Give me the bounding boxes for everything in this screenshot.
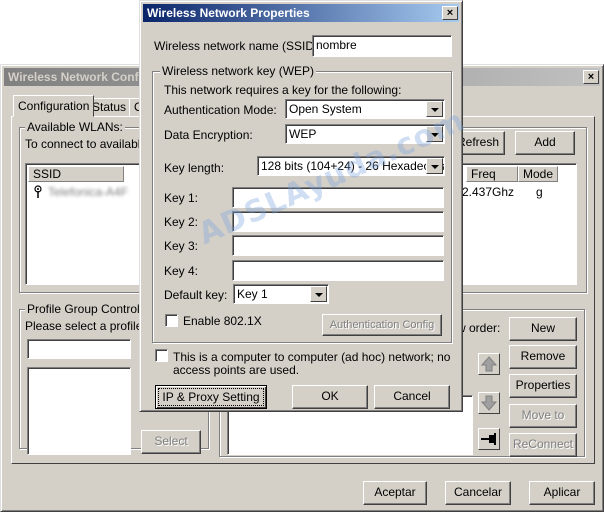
row-freq: 2.437Ghz xyxy=(462,185,515,199)
select-button[interactable]: Select xyxy=(141,430,201,454)
chevron-down-icon[interactable] xyxy=(426,158,443,174)
cancelar-button[interactable]: Cancelar xyxy=(445,481,511,505)
default-key-label: Default key: xyxy=(164,288,228,302)
adhoc-checkbox[interactable] xyxy=(155,349,168,362)
antenna-icon xyxy=(32,185,44,199)
chevron-down-icon[interactable] xyxy=(310,286,327,302)
adhoc-line2: access points are used. xyxy=(173,363,300,377)
pin-icon[interactable] xyxy=(478,428,500,450)
row-ssid: Telefonica-A4F xyxy=(48,185,129,199)
ssid-input[interactable]: nombre xyxy=(312,35,452,57)
key1-label: Key 1: xyxy=(164,191,199,205)
remove-button[interactable]: Remove xyxy=(509,345,577,369)
wep-group-label: Wireless network key (WEP) xyxy=(160,64,317,78)
default-key-select[interactable]: Key 1 xyxy=(233,284,329,304)
aplicar-button[interactable]: Aplicar xyxy=(529,481,595,505)
auth-mode-label: Authentication Mode: xyxy=(164,103,277,117)
close-icon[interactable]: × xyxy=(442,6,458,20)
cancel-button[interactable]: Cancel xyxy=(374,385,450,409)
key3-label: Key 3: xyxy=(164,239,199,253)
move-to-button[interactable]: Move to xyxy=(509,404,577,428)
available-wlans-text: To connect to available xyxy=(25,137,148,151)
enable-8021x-label: Enable 802.1X xyxy=(183,314,262,328)
key4-input[interactable] xyxy=(232,260,444,281)
dialog-title: Wireless Network Properties xyxy=(147,6,310,20)
aceptar-button[interactable]: Aceptar xyxy=(363,481,427,505)
auth-mode-select[interactable]: Open System xyxy=(285,99,445,119)
profile-input[interactable] xyxy=(27,339,131,359)
tab-configuration[interactable]: Configuration xyxy=(13,95,95,117)
column-mode[interactable]: Mode xyxy=(518,166,558,182)
add-button[interactable]: Add xyxy=(515,131,575,155)
properties-button[interactable]: Properties xyxy=(509,374,577,398)
column-freq[interactable]: Freq xyxy=(466,166,518,182)
column-ssid[interactable]: SSID xyxy=(28,166,124,182)
new-button[interactable]: New xyxy=(509,317,577,341)
wep-text: This network requires a key for the foll… xyxy=(164,83,402,97)
ssid-label: Wireless network name (SSID): xyxy=(154,39,322,53)
reconnect-button[interactable]: ReConnect xyxy=(509,433,577,457)
adhoc-line1: This is a computer to computer (ad hoc) … xyxy=(173,350,451,364)
move-up-icon[interactable] xyxy=(478,353,500,375)
row-mode: g xyxy=(536,185,543,199)
dialog-titlebar: Wireless Network Properties xyxy=(143,4,459,22)
data-encryption-label: Data Encryption: xyxy=(164,128,253,142)
ok-button[interactable]: OK xyxy=(292,385,368,409)
key3-input[interactable] xyxy=(232,235,444,256)
close-icon[interactable]: × xyxy=(583,70,599,84)
move-down-icon[interactable] xyxy=(478,392,500,414)
profile-group-label: Profile Group Control xyxy=(25,302,142,316)
profile-text: Please select a profile g xyxy=(25,319,153,333)
order-text: w order: xyxy=(457,321,501,335)
key2-label: Key 2: xyxy=(164,215,199,229)
key4-label: Key 4: xyxy=(164,264,199,278)
enable-8021x-checkbox[interactable] xyxy=(165,314,178,327)
auth-config-button[interactable]: Authentication Config xyxy=(322,314,442,336)
available-wlans-label: Available WLANs: xyxy=(25,120,125,134)
key-length-label: Key length: xyxy=(164,161,225,175)
ip-proxy-button[interactable]: IP & Proxy Setting xyxy=(155,385,267,409)
profile-list[interactable] xyxy=(27,367,131,455)
